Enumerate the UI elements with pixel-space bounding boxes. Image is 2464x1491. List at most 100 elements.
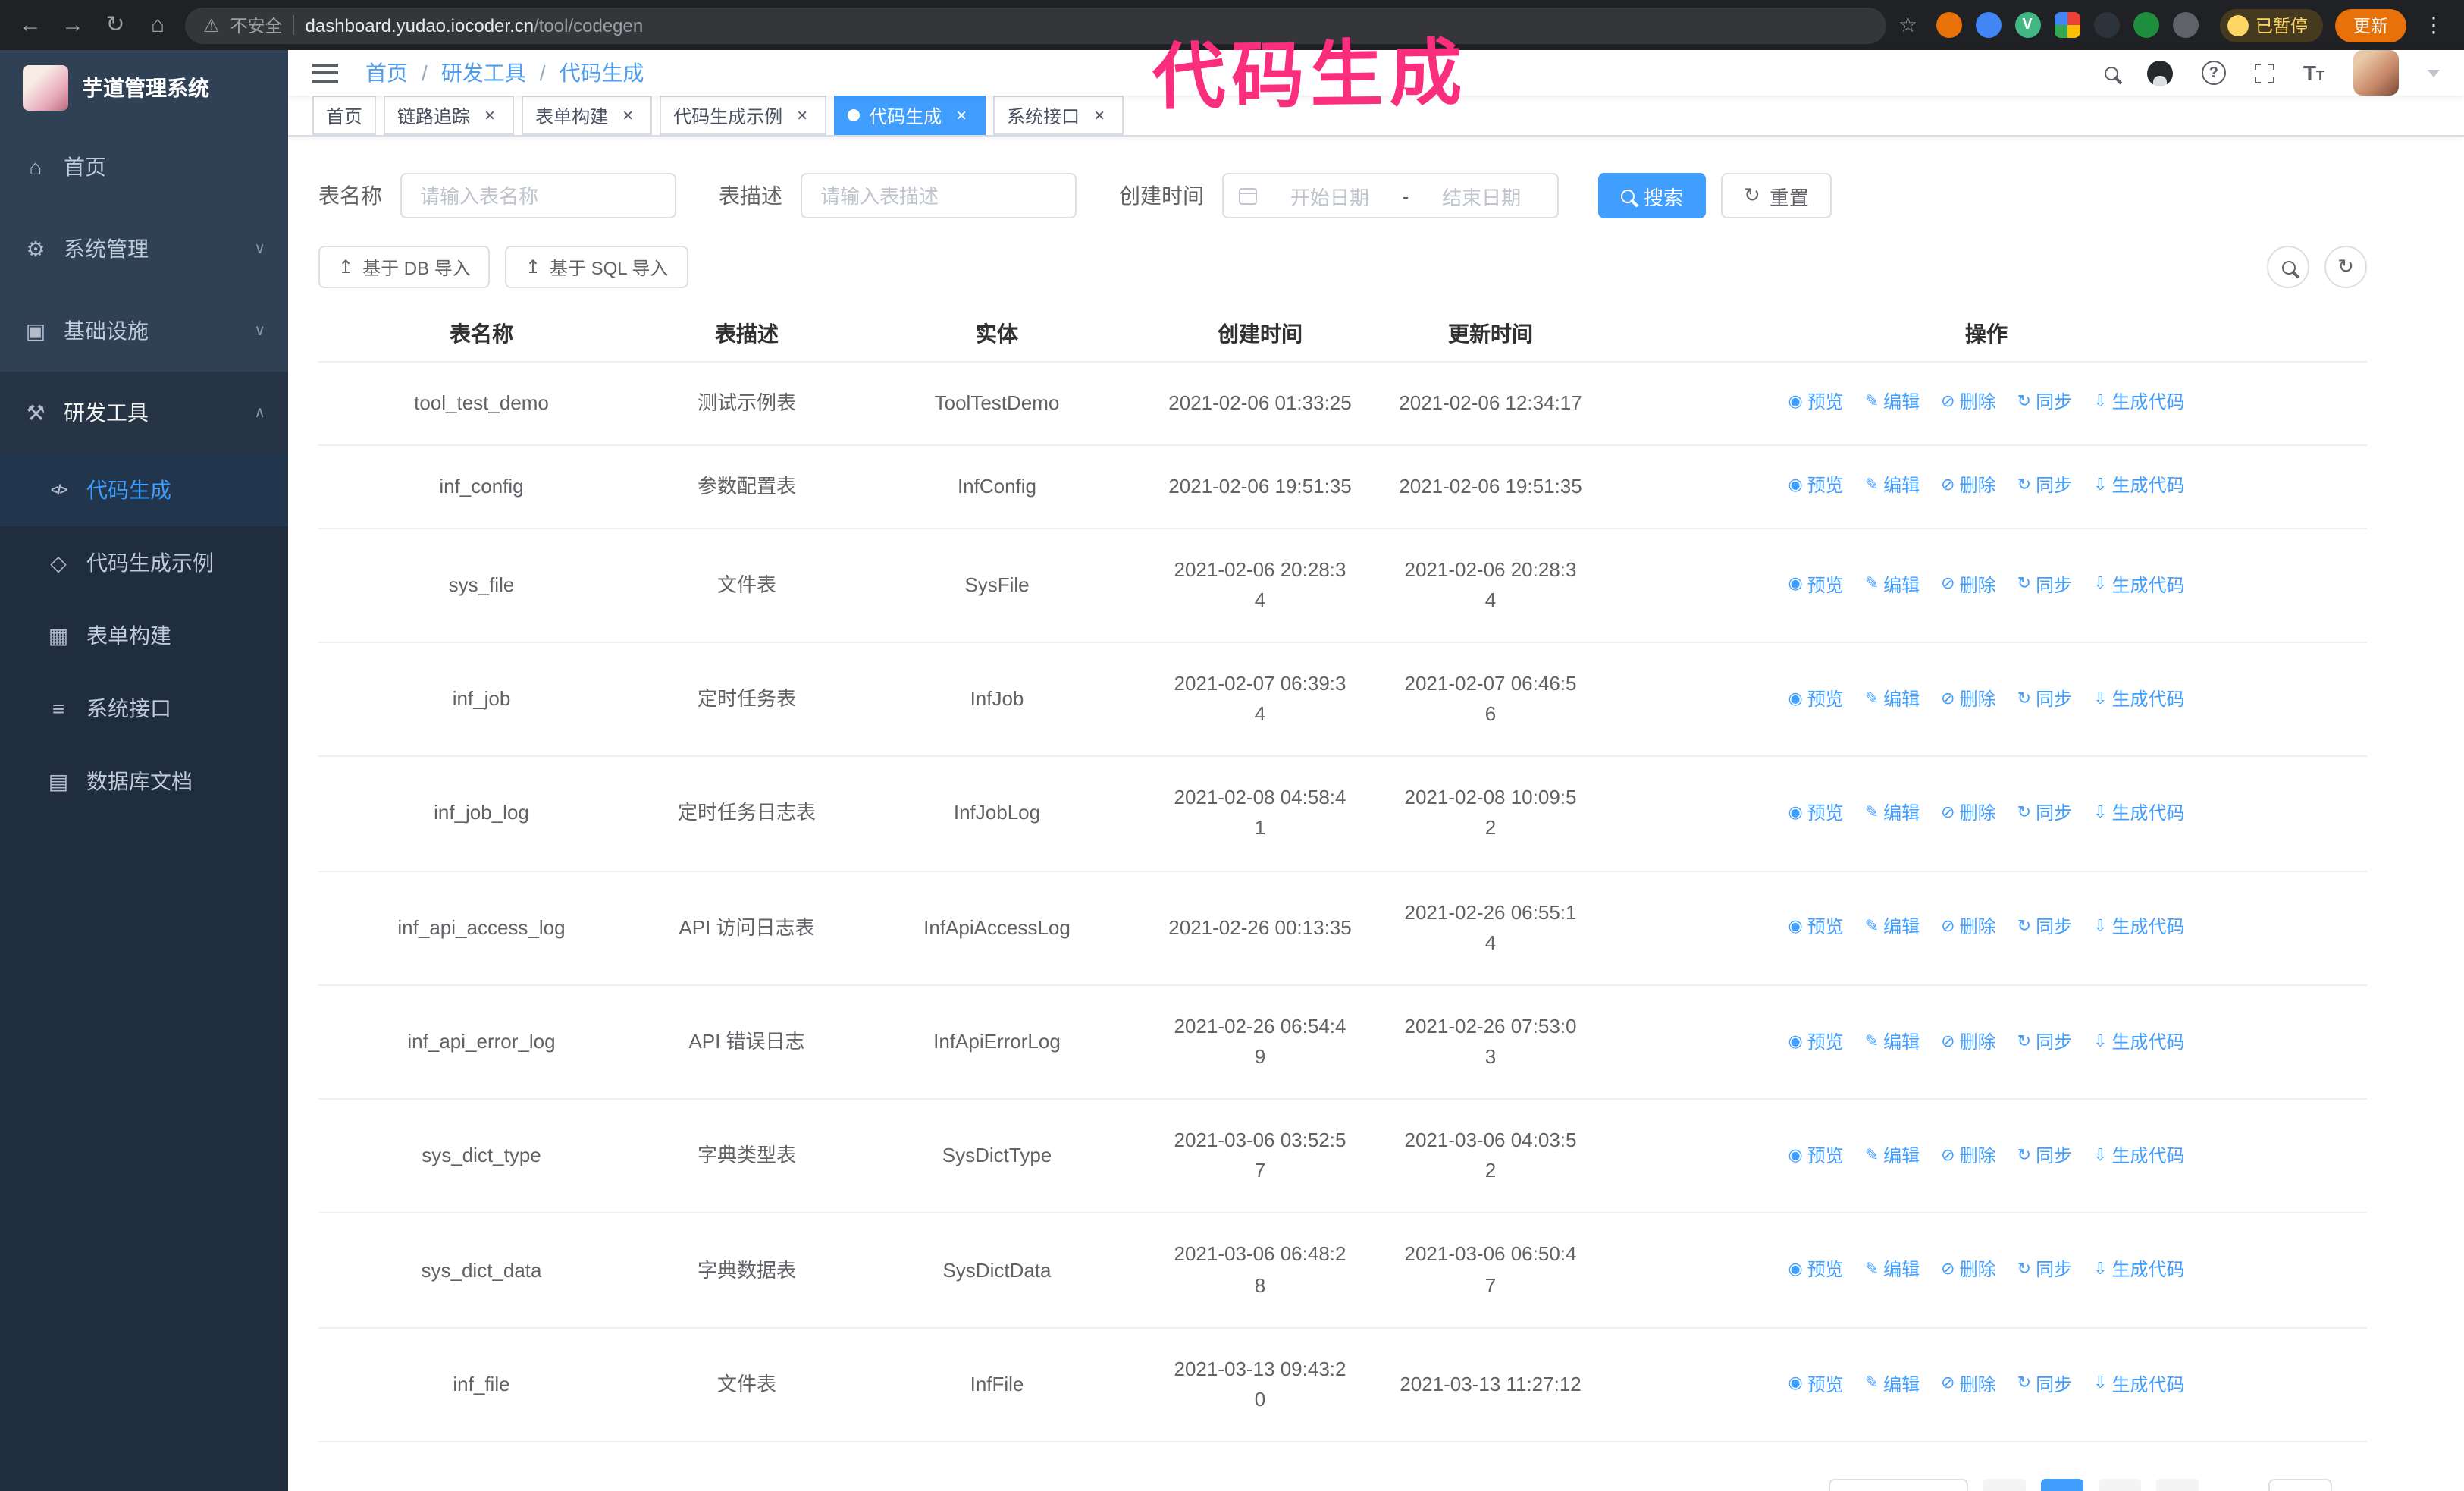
import-sql-button[interactable]: ↥ 基于 SQL 导入 xyxy=(505,246,688,288)
help-icon[interactable]: ? xyxy=(2201,61,2226,85)
leaf-extension-icon[interactable] xyxy=(2133,12,2158,38)
paused-extension-badge[interactable]: 已暂停 xyxy=(2219,8,2323,42)
action-generate[interactable]: ⇩ 生成代码 xyxy=(2093,389,2184,417)
tab-item[interactable]: 链路追踪 × xyxy=(384,96,515,135)
back-icon[interactable]: ← xyxy=(15,0,45,50)
home-icon[interactable]: ⌂ xyxy=(143,0,173,50)
action-edit[interactable]: ✎ 编辑 xyxy=(1865,914,1920,942)
vue-devtools-extension-icon[interactable]: V xyxy=(2014,12,2040,38)
breadcrumb-item[interactable]: 首页 xyxy=(365,58,408,88)
action-generate[interactable]: ⇩ 生成代码 xyxy=(2093,1257,2184,1285)
sidebar-item-infra[interactable]: ▣ 基础设施 ∨ xyxy=(0,290,288,372)
action-generate[interactable]: ⇩ 生成代码 xyxy=(2093,1028,2184,1056)
bookmark-star-icon[interactable]: ☆ xyxy=(1898,12,1917,38)
page-size-select[interactable]: 10条/页 ∨ xyxy=(1828,1479,1968,1491)
sidebar-item-home[interactable]: ⌂ 首页 xyxy=(0,126,288,208)
app-logo[interactable]: 芋道管理系统 xyxy=(0,50,288,126)
browser-update-button[interactable]: 更新 xyxy=(2335,8,2406,42)
action-preview[interactable]: ◉ 预览 xyxy=(1788,472,1843,501)
action-edit[interactable]: ✎ 编辑 xyxy=(1865,389,1920,417)
action-sync[interactable]: ↻ 同步 xyxy=(2017,1370,2072,1398)
action-delete[interactable]: ⊘ 删除 xyxy=(1941,799,1995,827)
close-icon[interactable]: × xyxy=(617,105,638,126)
action-edit[interactable]: ✎ 编辑 xyxy=(1865,799,1920,827)
tab-item[interactable]: 代码生成示例 × xyxy=(660,96,827,135)
page-button[interactable]: 1 xyxy=(2040,1479,2083,1491)
font-size-icon[interactable]: TT xyxy=(2303,61,2324,85)
sidebar-subitem-form-builder[interactable]: ▦ 表单构建 xyxy=(0,599,288,672)
action-preview[interactable]: ◉ 预览 xyxy=(1788,1370,1843,1398)
action-edit[interactable]: ✎ 编辑 xyxy=(1865,571,1920,599)
sidebar-subitem-api[interactable]: ≡ 系统接口 xyxy=(0,672,288,745)
sidebar-subitem-codegen-example[interactable]: ◇ 代码生成示例 xyxy=(0,526,288,599)
close-icon[interactable]: × xyxy=(792,105,813,126)
action-sync[interactable]: ↻ 同步 xyxy=(2017,799,2072,827)
sidebar-subitem-db-doc[interactable]: ▤ 数据库文档 xyxy=(0,745,288,818)
action-edit[interactable]: ✎ 编辑 xyxy=(1865,1370,1920,1398)
action-delete[interactable]: ⊘ 删除 xyxy=(1941,686,1995,714)
flame-extension-icon[interactable] xyxy=(1936,12,1961,38)
goto-page-input[interactable] xyxy=(2268,1479,2332,1491)
refresh-table-button[interactable]: ↻ xyxy=(2324,246,2367,288)
action-generate[interactable]: ⇩ 生成代码 xyxy=(2093,914,2184,942)
action-preview[interactable]: ◉ 预览 xyxy=(1788,1257,1843,1285)
action-delete[interactable]: ⊘ 删除 xyxy=(1941,571,1995,599)
action-sync[interactable]: ↻ 同步 xyxy=(2017,472,2072,501)
date-range-picker[interactable]: 开始日期 - 结束日期 xyxy=(1222,173,1559,218)
toggle-search-button[interactable] xyxy=(2267,246,2309,288)
action-generate[interactable]: ⇩ 生成代码 xyxy=(2093,472,2184,501)
tab-item[interactable]: 首页 xyxy=(312,96,377,135)
action-preview[interactable]: ◉ 预览 xyxy=(1788,389,1843,417)
action-delete[interactable]: ⊘ 删除 xyxy=(1941,472,1995,501)
chevron-down-icon[interactable] xyxy=(2428,69,2440,77)
close-icon[interactable]: × xyxy=(479,105,500,126)
action-sync[interactable]: ↻ 同步 xyxy=(2017,1257,2072,1285)
user-avatar[interactable] xyxy=(2353,50,2399,96)
reload-icon[interactable]: ↻ xyxy=(100,0,130,50)
action-sync[interactable]: ↻ 同步 xyxy=(2017,1142,2072,1170)
sidebar-item-system[interactable]: ⚙ 系统管理 ∨ xyxy=(0,208,288,290)
tab-item[interactable]: 系统接口 × xyxy=(993,96,1124,135)
action-delete[interactable]: ⊘ 删除 xyxy=(1941,389,1995,417)
action-sync[interactable]: ↻ 同步 xyxy=(2017,1028,2072,1056)
action-generate[interactable]: ⇩ 生成代码 xyxy=(2093,1142,2184,1170)
github-icon[interactable] xyxy=(2146,60,2173,86)
fullscreen-icon[interactable] xyxy=(2251,60,2277,86)
action-preview[interactable]: ◉ 预览 xyxy=(1788,914,1843,942)
action-sync[interactable]: ↻ 同步 xyxy=(2017,571,2072,599)
action-delete[interactable]: ⊘ 删除 xyxy=(1941,1028,1995,1056)
search-icon[interactable] xyxy=(2104,66,2118,80)
action-preview[interactable]: ◉ 预览 xyxy=(1788,1028,1843,1056)
close-icon[interactable]: × xyxy=(1089,105,1110,126)
action-delete[interactable]: ⊘ 删除 xyxy=(1941,1257,1995,1285)
action-sync[interactable]: ↻ 同步 xyxy=(2017,389,2072,417)
close-icon[interactable]: × xyxy=(951,105,972,126)
browser-menu-icon[interactable]: ⋮ xyxy=(2419,12,2449,38)
action-edit[interactable]: ✎ 编辑 xyxy=(1865,1257,1920,1285)
tab-item[interactable]: 表单构建 × xyxy=(522,96,653,135)
action-delete[interactable]: ⊘ 删除 xyxy=(1941,914,1995,942)
action-generate[interactable]: ⇩ 生成代码 xyxy=(2093,1370,2184,1398)
action-edit[interactable]: ✎ 编辑 xyxy=(1865,472,1920,501)
next-page-button[interactable]: › xyxy=(2155,1479,2199,1491)
puzzle-extension-icon[interactable] xyxy=(2172,12,2198,38)
page-button[interactable]: 2 xyxy=(2098,1479,2141,1491)
breadcrumb-item[interactable]: 研发工具 xyxy=(441,58,526,88)
action-delete[interactable]: ⊘ 删除 xyxy=(1941,1370,1995,1398)
table-desc-input[interactable] xyxy=(801,173,1077,218)
dark-extension-icon[interactable] xyxy=(2093,12,2119,38)
table-name-input[interactable] xyxy=(400,173,676,218)
tab-item[interactable]: 代码生成 × xyxy=(834,96,986,135)
sidebar-item-devtools[interactable]: ⚒ 研发工具 ∧ xyxy=(0,372,288,454)
action-preview[interactable]: ◉ 预览 xyxy=(1788,1142,1843,1170)
action-sync[interactable]: ↻ 同步 xyxy=(2017,686,2072,714)
import-db-button[interactable]: ↥ 基于 DB 导入 xyxy=(318,246,491,288)
action-edit[interactable]: ✎ 编辑 xyxy=(1865,1142,1920,1170)
action-edit[interactable]: ✎ 编辑 xyxy=(1865,1028,1920,1056)
action-generate[interactable]: ⇩ 生成代码 xyxy=(2093,571,2184,599)
address-bar[interactable]: ⚠ 不安全 dashboard.yudao.iocoder.cn/tool/co… xyxy=(185,7,1886,43)
prev-page-button[interactable]: ‹ xyxy=(1983,1479,2026,1491)
action-delete[interactable]: ⊘ 删除 xyxy=(1941,1142,1995,1170)
hamburger-icon[interactable] xyxy=(312,63,338,83)
action-preview[interactable]: ◉ 预览 xyxy=(1788,799,1843,827)
